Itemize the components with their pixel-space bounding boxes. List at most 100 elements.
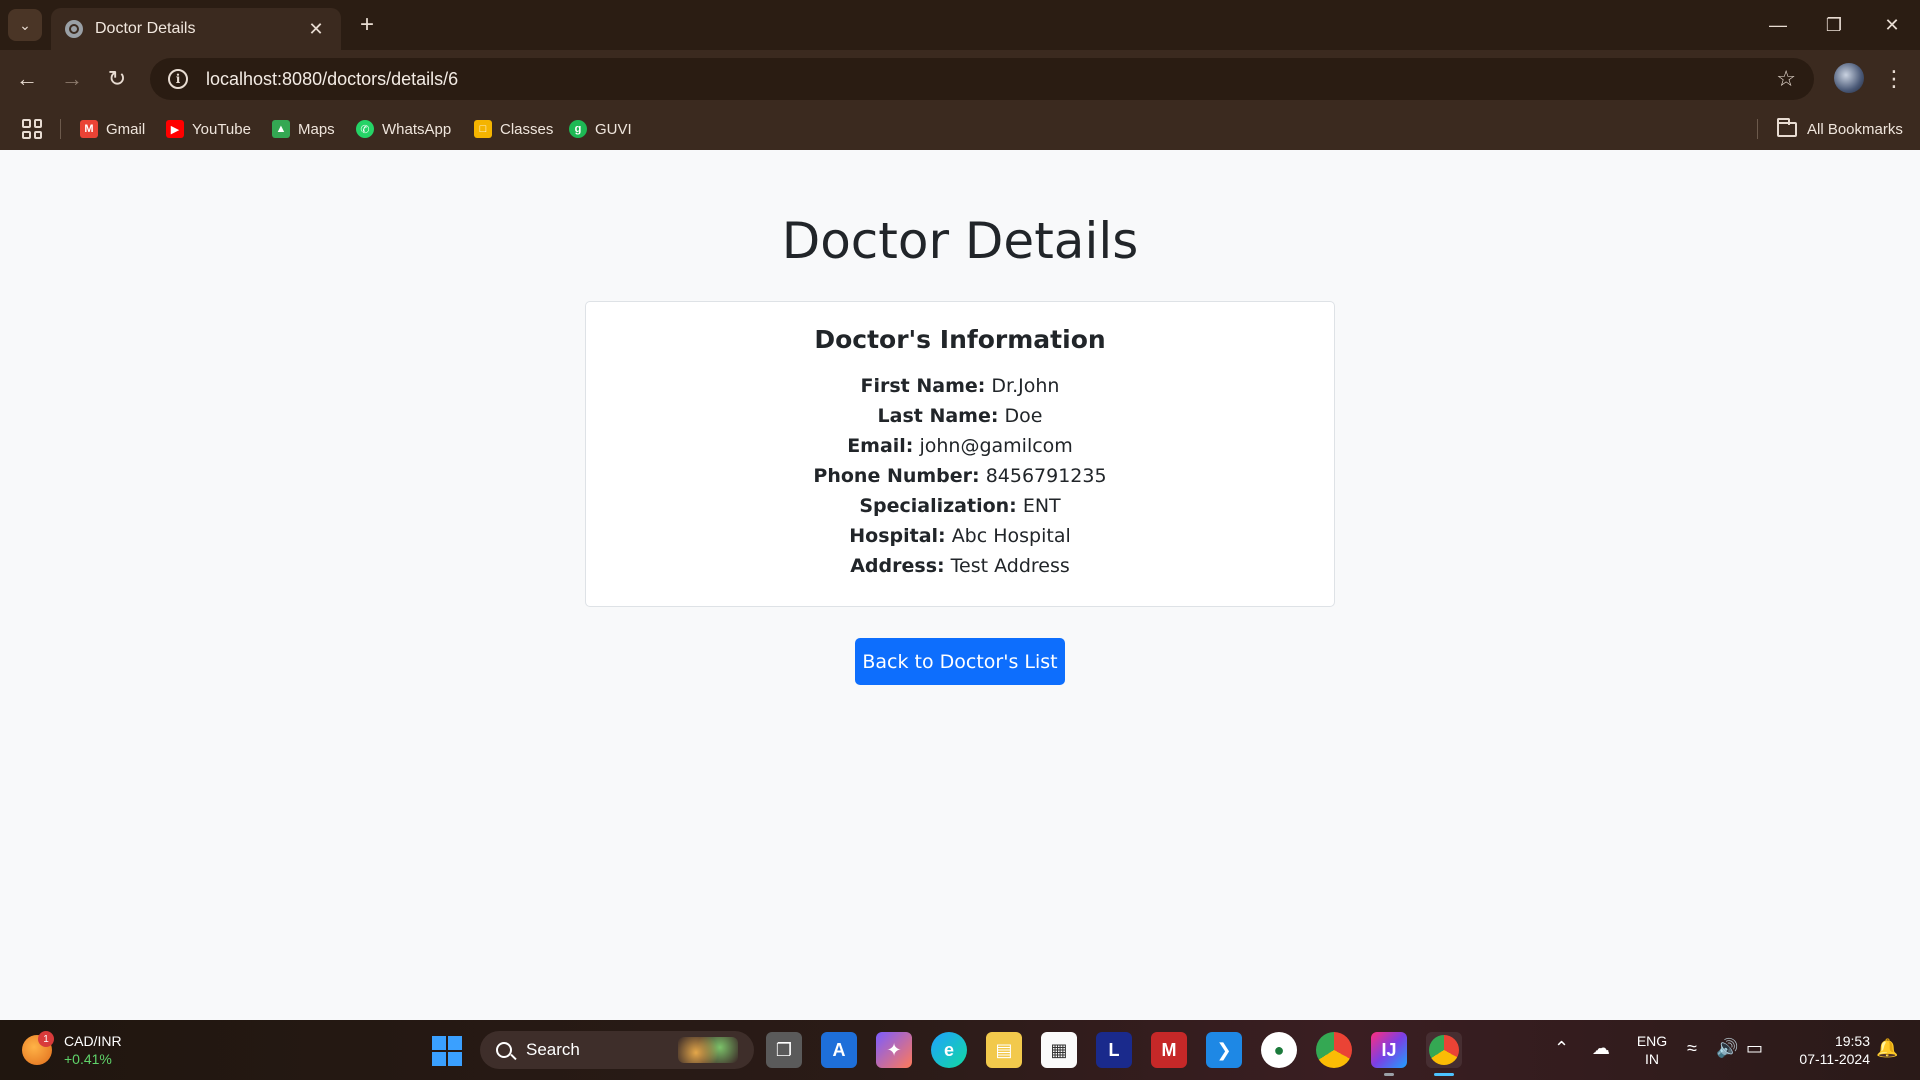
edge-icon[interactable]: e [931, 1032, 967, 1068]
url-text[interactable]: localhost:8080/doctors/details/6 [206, 69, 1776, 90]
tab-search-button[interactable]: ⌄ [8, 9, 42, 41]
region-code: IN [1645, 1051, 1659, 1067]
l-app-icon[interactable]: L [1096, 1032, 1132, 1068]
arrow-left-icon: ← [16, 66, 38, 91]
field-label: Hospital: [849, 525, 946, 547]
app-icon[interactable]: A [821, 1032, 857, 1068]
bookmark-youtube[interactable]: ▶ YouTube [166, 116, 251, 142]
active-indicator [1434, 1073, 1454, 1076]
clock[interactable]: 19:53 07-11-2024 [1780, 1032, 1870, 1068]
all-bookmarks-label: All Bookmarks [1807, 120, 1903, 138]
bookmark-label: Gmail [106, 120, 146, 138]
task-view-icon[interactable]: ❐ [766, 1032, 802, 1068]
bookmarks-bar: M Gmail ▶ YouTube ▲ Maps ✆ WhatsApp □ Classes… [0, 108, 1920, 150]
minimize-button[interactable]: — [1750, 0, 1806, 50]
running-indicator [1384, 1073, 1394, 1076]
volume-icon[interactable]: 🔊 [1716, 1038, 1738, 1059]
field-label: Specialization: [859, 495, 1017, 517]
forward-nav-button[interactable]: → [55, 62, 89, 96]
classes-icon: □ [474, 120, 492, 138]
all-bookmarks-button[interactable]: All Bookmarks [1777, 116, 1903, 142]
bookmark-gmail[interactable]: M Gmail [80, 116, 145, 142]
field-label: Last Name: [877, 405, 999, 427]
ticker-change: +0.41% [64, 1051, 112, 1067]
field-hospital: Hospital: Abc Hospital [0, 525, 1920, 547]
field-specialization: Specialization: ENT [0, 495, 1920, 517]
language-indicator[interactable]: ENG IN [1632, 1032, 1672, 1068]
back-nav-button[interactable]: ← [10, 62, 44, 96]
microsoft-store-icon[interactable]: ▦ [1041, 1032, 1077, 1068]
taskbar-search[interactable]: Search [480, 1031, 754, 1069]
ticker-icon: 1 [22, 1031, 54, 1065]
browser-toolbar: ← → ↻ i localhost:8080/doctors/details/6… [0, 50, 1920, 108]
whatsapp-icon: ✆ [356, 120, 374, 138]
bookmark-maps[interactable]: ▲ Maps [272, 116, 335, 142]
copilot-icon[interactable]: ✦ [876, 1032, 912, 1068]
guvi-icon: g [569, 120, 587, 138]
maps-icon: ▲ [272, 120, 290, 138]
field-value: Abc Hospital [951, 525, 1071, 547]
field-value: ENT [1022, 495, 1061, 517]
bookmarks-divider [60, 119, 61, 139]
intellij-icon[interactable]: IJ [1371, 1032, 1407, 1076]
bookmark-whatsapp[interactable]: ✆ WhatsApp [356, 116, 451, 142]
vscode-icon[interactable]: ❯ [1206, 1032, 1242, 1068]
profile-avatar[interactable] [1834, 63, 1864, 93]
onedrive-icon[interactable]: ☁ [1592, 1038, 1610, 1059]
new-tab-button[interactable]: + [352, 10, 382, 40]
restore-button[interactable]: ❐ [1806, 0, 1862, 50]
date-text: 07-11-2024 [1799, 1051, 1870, 1067]
chrome-icon [1429, 1035, 1459, 1065]
field-value: Test Address [950, 555, 1070, 577]
close-window-button[interactable]: ✕ [1864, 0, 1920, 50]
bookmark-guvi[interactable]: g GUVI [569, 116, 632, 142]
field-value: 8456791235 [985, 465, 1107, 487]
taskbar: 1 CAD/INR +0.41% Search ❐ A ✦ e ▤ ▦ L M … [0, 1020, 1920, 1080]
bookmarks-divider [1757, 119, 1758, 139]
field-value: Doe [1004, 405, 1043, 427]
gmail-icon: M [80, 120, 98, 138]
browser-menu-button[interactable]: ⋮ [1880, 62, 1908, 96]
field-label: Address: [850, 555, 945, 577]
page-content: Doctor Details Doctor's Information Firs… [0, 150, 1920, 1020]
field-phone-number: Phone Number: 8456791235 [0, 465, 1920, 487]
chevron-up-icon[interactable]: ⌃ [1554, 1038, 1569, 1059]
ticker-symbol: CAD/INR [64, 1033, 122, 1049]
ticker-widget[interactable]: 1 CAD/INR +0.41% [22, 1031, 122, 1068]
ticker-text: CAD/INR +0.41% [64, 1032, 122, 1068]
chrome-icon[interactable] [1316, 1032, 1352, 1068]
arrow-right-icon: → [61, 66, 83, 91]
chrome-profile-icon[interactable] [1426, 1032, 1462, 1076]
notification-bell-icon[interactable]: 🔔 [1876, 1038, 1898, 1059]
battery-icon[interactable]: ▭ [1746, 1038, 1763, 1059]
bookmark-label: YouTube [192, 120, 251, 138]
close-icon[interactable]: ✕ [305, 19, 327, 40]
bookmark-classes[interactable]: □ Classes [474, 116, 553, 142]
browser-chrome: ⌄ Doctor Details ✕ + — ❐ ✕ ← → ↻ i local… [0, 0, 1920, 150]
globe-icon [65, 20, 83, 38]
mcafee-icon[interactable]: M [1151, 1032, 1187, 1068]
back-to-doctors-list-button[interactable]: Back to Doctor's List [855, 638, 1065, 685]
bookmark-star-icon[interactable]: ☆ [1776, 66, 1796, 92]
reload-button[interactable]: ↻ [100, 62, 134, 96]
page-title: Doctor Details [781, 212, 1139, 270]
bookmark-label: Classes [500, 120, 554, 138]
youtube-icon: ▶ [166, 120, 184, 138]
field-label: Phone Number: [813, 465, 980, 487]
tab-doctor-details[interactable]: Doctor Details ✕ [51, 8, 341, 50]
field-email: Email: john@gamilcom [0, 435, 1920, 457]
bookmark-label: WhatsApp [382, 120, 452, 138]
search-icon [496, 1042, 512, 1058]
notification-badge: 1 [38, 1031, 54, 1047]
wifi-icon[interactable]: ≈ [1687, 1038, 1697, 1059]
search-label: Search [526, 1040, 580, 1059]
folder-icon [1777, 117, 1797, 137]
apps-grid-icon[interactable] [22, 119, 42, 139]
bookmark-label: Maps [298, 120, 335, 138]
windows-start-icon[interactable] [432, 1036, 462, 1066]
address-bar[interactable]: i localhost:8080/doctors/details/6 ☆ [150, 58, 1814, 100]
file-explorer-icon[interactable]: ▤ [986, 1032, 1022, 1068]
mongodb-icon[interactable]: ● [1261, 1032, 1297, 1068]
site-info-icon[interactable]: i [168, 69, 188, 89]
bookmark-label: GUVI [595, 120, 632, 138]
